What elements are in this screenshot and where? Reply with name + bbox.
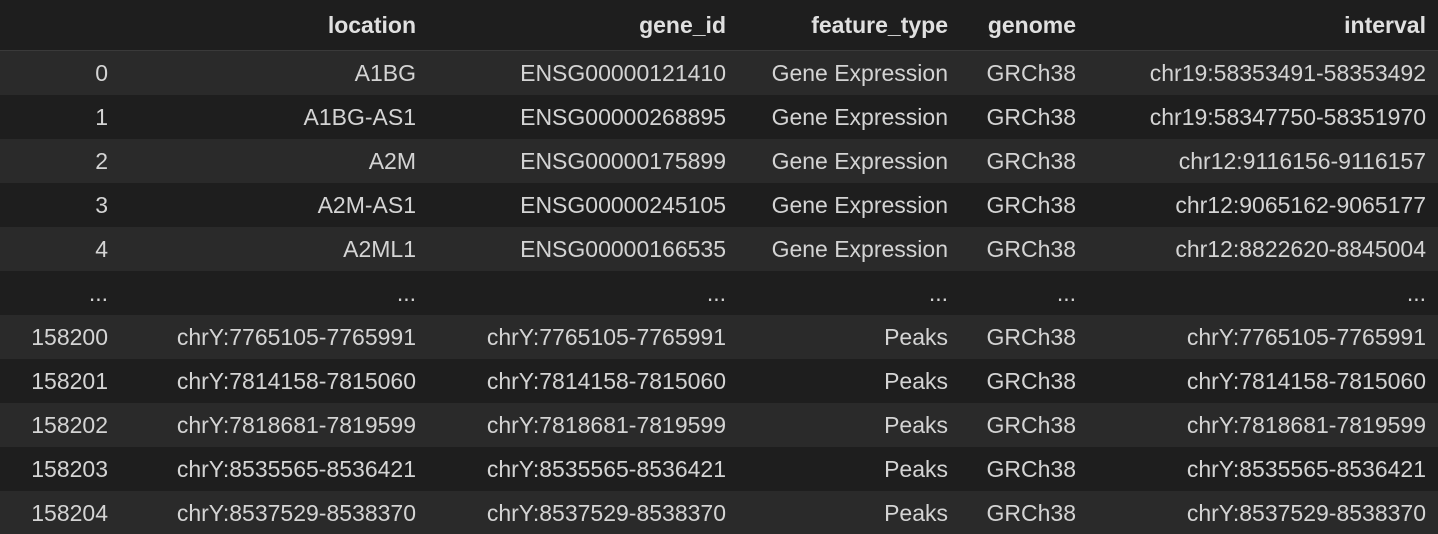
row-index: 3 [95,192,108,218]
cell-interval: chr12:9065162-9065177 [1175,192,1426,218]
cell-genome: GRCh38 [986,60,1076,86]
cell-location: A1BG [354,60,416,86]
cell-gene-id: ENSG00000245105 [520,192,726,218]
cell-gene-id: ENSG00000175899 [520,148,726,174]
cell-gene-id: ENSG00000166535 [520,236,726,262]
cell-genome: GRCh38 [986,456,1076,482]
cell-feature-type: Gene Expression [771,236,948,262]
cell-genome: GRCh38 [986,368,1076,394]
table-row: 158204 chrY:8537529-8538370 chrY:8537529-8… [0,491,1438,534]
cell-interval: chrY:7814158-7815060 [1186,368,1426,394]
cell-gene-id: chrY:7818681-7819599 [486,412,726,438]
cell-interval: chr19:58353491-58353492 [1149,60,1426,86]
cell-feature-type: Peaks [884,412,948,438]
cell-genome: GRCh38 [986,500,1076,526]
cell-feature-type: Peaks [884,368,948,394]
cell-location: A2M [368,148,416,174]
cell-gene-id: ENSG00000121410 [520,60,726,86]
row-index: 158203 [31,456,108,482]
cell-interval: chr12:8822620-8845004 [1175,236,1426,262]
dataframe-table: location gene_id feature_type genome int… [0,0,1438,534]
dataframe-output: location gene_id feature_type genome int… [0,0,1438,534]
table-row: 3 A2M-AS1 ENSG00000245105 Gene Expression GR… [0,183,1438,227]
row-index: 4 [95,236,108,262]
cell-feature-type: Gene Expression [771,148,948,174]
cell-location: ... [396,280,416,306]
row-index: 1 [95,104,108,130]
column-header-gene-id: gene_id [428,0,738,51]
cell-gene-id: ENSG00000268895 [520,104,726,130]
cell-genome: GRCh38 [986,192,1076,218]
column-header-genome: genome [960,0,1088,51]
table-row: 2 A2M ENSG00000175899 Gene Expression GRCh38… [0,139,1438,183]
cell-feature-type: Peaks [884,500,948,526]
cell-feature-type: Gene Expression [771,192,948,218]
table-body: 0 A1BG ENSG00000121410 Gene Expression GRCh3… [0,50,1438,534]
row-index: 2 [95,148,108,174]
row-index: 158200 [31,324,108,350]
table-row: 0 A1BG ENSG00000121410 Gene Expression GRCh3… [0,50,1438,95]
table-row: 158203 chrY:8535565-8536421 chrY:8535565-8… [0,447,1438,491]
cell-interval: chr12:9116156-9116157 [1178,148,1426,174]
cell-gene-id: chrY:8537529-8538370 [486,500,726,526]
cell-interval: ... [1406,280,1426,306]
cell-gene-id: chrY:8535565-8536421 [486,456,726,482]
cell-genome: GRCh38 [986,324,1076,350]
header-row: location gene_id feature_type genome int… [0,0,1438,51]
cell-gene-id: chrY:7765105-7765991 [486,324,726,350]
table-row: 1 A1BG-AS1 ENSG00000268895 Gene Expression G… [0,95,1438,139]
column-header-interval: interval [1088,0,1438,51]
cell-location: A2M-AS1 [317,192,416,218]
cell-genome: GRCh38 [986,148,1076,174]
row-index: 158204 [31,500,108,526]
column-header-location: location [120,0,428,51]
cell-genome: ... [1056,280,1076,306]
cell-gene-id: ... [706,280,726,306]
cell-interval: chr19:58347750-58351970 [1149,104,1426,130]
cell-feature-type: ... [928,280,948,306]
table-row: .................. [0,271,1438,315]
table-row: 158200 chrY:7765105-7765991 chrY:7765105-7… [0,315,1438,359]
column-header-feature-type: feature_type [738,0,960,51]
cell-interval: chrY:8535565-8536421 [1186,456,1426,482]
cell-genome: GRCh38 [986,412,1076,438]
cell-location: chrY:7765105-7765991 [176,324,416,350]
cell-gene-id: chrY:7814158-7815060 [486,368,726,394]
cell-feature-type: Gene Expression [771,60,948,86]
row-index: 0 [95,60,108,86]
cell-feature-type: Peaks [884,324,948,350]
cell-genome: GRCh38 [986,236,1076,262]
cell-interval: chrY:8537529-8538370 [1186,500,1426,526]
cell-location: chrY:7818681-7819599 [176,412,416,438]
table-row: 4 A2ML1 ENSG00000166535 Gene Expression GRCh… [0,227,1438,271]
table-row: 158201 chrY:7814158-7815060 chrY:7814158-7… [0,359,1438,403]
cell-location: A1BG-AS1 [303,104,417,130]
cell-location: chrY:8537529-8538370 [176,500,416,526]
cell-feature-type: Peaks [884,456,948,482]
cell-genome: GRCh38 [986,104,1076,130]
cell-feature-type: Gene Expression [771,104,948,130]
cell-location: A2ML1 [343,236,416,262]
cell-location: chrY:8535565-8536421 [176,456,416,482]
table-row: 158202 chrY:7818681-7819599 chrY:7818681-7… [0,403,1438,447]
row-index: ... [88,280,108,306]
row-index: 158201 [31,368,108,394]
column-header-index [0,0,120,51]
cell-location: chrY:7814158-7815060 [176,368,416,394]
table-header: location gene_id feature_type genome int… [0,0,1438,51]
cell-interval: chrY:7765105-7765991 [1186,324,1426,350]
row-index: 158202 [31,412,108,438]
cell-interval: chrY:7818681-7819599 [1186,412,1426,438]
